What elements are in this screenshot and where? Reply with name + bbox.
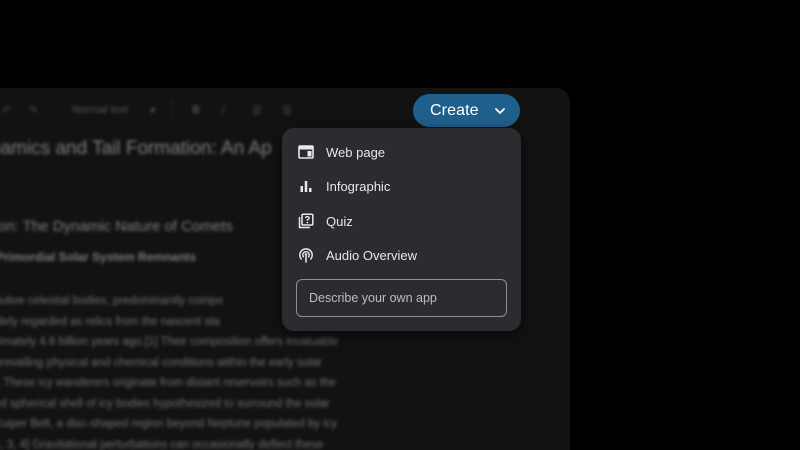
podcast-icon bbox=[297, 246, 315, 264]
menu-item-label: Web page bbox=[326, 144, 386, 160]
menu-item-label: Quiz bbox=[326, 213, 353, 229]
redo-icon[interactable]: ↷ bbox=[28, 104, 37, 117]
menu-item-label: Infographic bbox=[326, 178, 391, 194]
create-button[interactable]: Create bbox=[413, 94, 520, 127]
body-line: 1, 3, 4] Gravitational perturbations can… bbox=[0, 438, 324, 450]
menu-item-label: Audio Overview bbox=[326, 247, 418, 263]
body-line: ximately 4.6 billion years ago.[1] Their… bbox=[0, 336, 339, 348]
italic-button[interactable]: I bbox=[222, 104, 225, 116]
body-line: Kuiper Belt, a disc-shaped region beyond… bbox=[0, 418, 338, 430]
undo-icon[interactable]: ↶ bbox=[2, 104, 11, 117]
body-line: ed spherical shell of icy bodies hypothe… bbox=[0, 397, 330, 410]
bold-button[interactable]: B bbox=[192, 104, 200, 116]
menu-item-web-page[interactable]: Web page bbox=[282, 135, 521, 169]
create-menu: Web page Infographic Quiz Audio Overview… bbox=[282, 128, 521, 331]
body-line: prevailing physical and chemical conditi… bbox=[0, 356, 322, 369]
chevron-down-icon bbox=[493, 104, 507, 118]
subheading: Primordial Solar System Remnants bbox=[0, 250, 197, 264]
quiz-icon bbox=[297, 212, 315, 230]
bulleted-list-button[interactable]: ☰ bbox=[252, 104, 262, 117]
bar-chart-icon bbox=[297, 177, 315, 195]
menu-item-quiz[interactable]: Quiz bbox=[282, 204, 521, 238]
section-heading: on: The Dynamic Nature of Comets bbox=[0, 218, 233, 235]
toolbar-divider bbox=[172, 100, 173, 122]
chevron-down-icon[interactable]: ▾ bbox=[150, 104, 156, 117]
create-button-label: Create bbox=[430, 101, 479, 119]
menu-item-audio-overview[interactable]: Audio Overview bbox=[282, 238, 521, 272]
document-title: namics and Tail Formation: An Ap bbox=[0, 138, 272, 159]
body-line: ]. These icy wanderers originate from di… bbox=[0, 377, 336, 389]
editor-toolbar: ↶ ↷ Normal text ▾ B I ☰ ☰ bbox=[0, 98, 420, 124]
text-style-select[interactable]: Normal text bbox=[72, 104, 128, 116]
menu-item-infographic[interactable]: Infographic bbox=[282, 169, 521, 203]
numbered-list-button[interactable]: ☰ bbox=[282, 104, 292, 117]
web-page-icon bbox=[297, 143, 315, 161]
describe-app-input[interactable] bbox=[296, 279, 507, 317]
